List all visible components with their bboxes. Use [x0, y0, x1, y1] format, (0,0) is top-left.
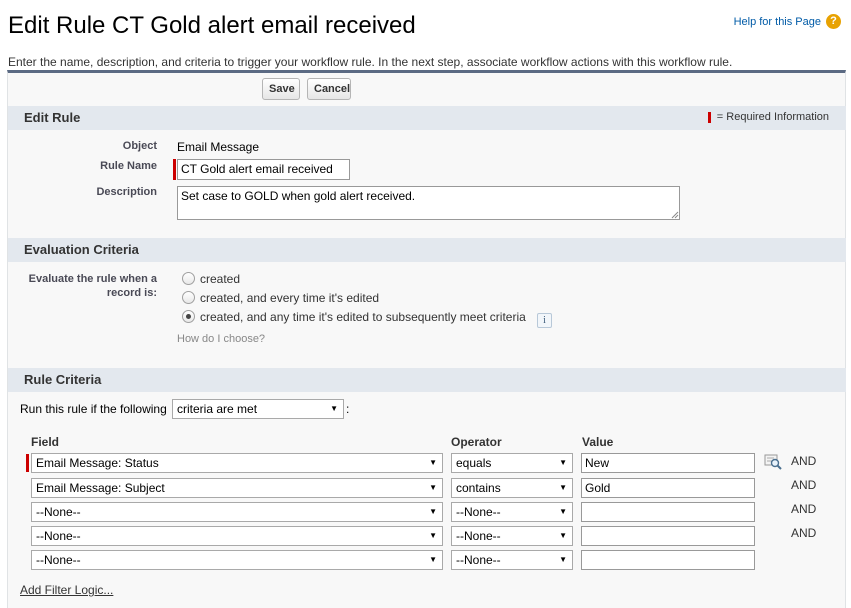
description-textarea[interactable]: Set case to GOLD when gold alert receive… — [177, 186, 680, 220]
cancel-button[interactable]: Cancel — [307, 78, 351, 100]
criteria-operator-select[interactable]: --None-- ▼ — [451, 550, 573, 570]
dropdown-arrow-icon: ▼ — [559, 458, 567, 467]
criteria-operator-select[interactable]: --None-- ▼ — [451, 526, 573, 546]
object-value: Email Message — [177, 140, 260, 154]
dropdown-arrow-icon: ▼ — [429, 531, 437, 540]
criteria-value-input[interactable]: New — [581, 453, 755, 473]
criteria-field-select[interactable]: Email Message: Subject ▼ — [31, 478, 443, 498]
question-circle-icon[interactable]: ? — [826, 14, 841, 29]
rule-criteria-section-title: Rule Criteria — [24, 372, 102, 387]
required-marker — [26, 454, 29, 472]
criteria-field-value: --None-- — [36, 505, 81, 519]
add-filter-logic-link[interactable]: Add Filter Logic... — [20, 583, 113, 597]
run-rule-suffix: : — [346, 402, 350, 416]
dropdown-arrow-icon: ▼ — [559, 531, 567, 540]
criteria-select[interactable]: criteria are met ▼ — [172, 399, 344, 419]
criteria-operator-value: equals — [456, 456, 492, 470]
save-button[interactable]: Save — [262, 78, 300, 100]
rule-name-input[interactable]: CT Gold alert email received — [177, 159, 350, 180]
radio-created-label[interactable]: created — [200, 272, 240, 286]
info-icon[interactable]: i — [537, 313, 552, 328]
dropdown-arrow-icon: ▼ — [429, 507, 437, 516]
and-label: AND — [791, 502, 817, 516]
resize-handle-icon[interactable] — [671, 211, 679, 219]
criteria-field-select[interactable]: --None-- ▼ — [31, 526, 443, 546]
criteria-operator-select[interactable]: equals ▼ — [451, 453, 573, 473]
evaluate-label-line2: record is: — [106, 287, 157, 299]
radio-created[interactable] — [182, 272, 195, 285]
dropdown-arrow-icon: ▼ — [330, 404, 338, 413]
required-marker-legend — [708, 112, 711, 123]
criteria-operator-value: --None-- — [456, 505, 501, 519]
and-label: AND — [791, 478, 817, 492]
object-label: Object — [122, 140, 157, 152]
criteria-field-value: --None-- — [36, 553, 81, 567]
dropdown-arrow-icon: ▼ — [429, 555, 437, 564]
criteria-field-select[interactable]: --None-- ▼ — [31, 550, 443, 570]
and-label: AND — [791, 454, 817, 468]
radio-created-every-edit[interactable] — [182, 291, 195, 304]
criteria-operator-select[interactable]: --None-- ▼ — [451, 502, 573, 522]
description-label: Description — [96, 186, 157, 198]
radio-created-meet-criteria-label[interactable]: created, and any time it's edited to sub… — [200, 310, 526, 324]
run-rule-prefix: Run this rule if the following — [20, 402, 167, 416]
criteria-select-value: criteria are met — [177, 402, 258, 416]
criteria-operator-value: --None-- — [456, 529, 501, 543]
criteria-value-input[interactable] — [581, 502, 755, 522]
dropdown-arrow-icon: ▼ — [559, 507, 567, 516]
radio-created-every-edit-label[interactable]: created, and every time it's edited — [200, 291, 379, 305]
criteria-field-select[interactable]: Email Message: Status ▼ — [31, 453, 443, 473]
help-link[interactable]: Help for this Page — [734, 16, 821, 28]
criteria-value-input[interactable] — [581, 526, 755, 546]
required-marker — [173, 159, 176, 180]
dropdown-arrow-icon: ▼ — [429, 458, 437, 467]
dropdown-arrow-icon: ▼ — [559, 555, 567, 564]
evaluation-section-title: Evaluation Criteria — [24, 242, 139, 257]
edit-rule-section-title: Edit Rule — [24, 110, 81, 125]
intro-text: Enter the name, description, and criteri… — [8, 55, 733, 69]
rule-name-label: Rule Name — [100, 160, 157, 172]
dropdown-arrow-icon: ▼ — [559, 483, 567, 492]
criteria-value-input[interactable]: Gold — [581, 478, 755, 498]
value-column-header: Value — [582, 435, 614, 449]
operator-column-header: Operator — [451, 435, 502, 449]
how-do-i-choose-link[interactable]: How do I choose? — [177, 333, 265, 345]
and-label: AND — [791, 526, 817, 540]
dropdown-arrow-icon: ▼ — [429, 483, 437, 492]
lookup-icon[interactable] — [764, 454, 782, 470]
field-column-header: Field — [31, 435, 60, 449]
criteria-field-select[interactable]: --None-- ▼ — [31, 502, 443, 522]
evaluate-label-line1: Evaluate the rule when a — [28, 273, 157, 285]
radio-created-meet-criteria[interactable] — [182, 310, 195, 323]
criteria-field-value: Email Message: Subject — [36, 481, 165, 495]
required-legend: = Required Information — [716, 111, 829, 123]
criteria-value-input[interactable] — [581, 550, 755, 570]
rule-criteria-section-header — [8, 368, 846, 392]
page-title: Edit Rule CT Gold alert email received — [8, 12, 416, 39]
criteria-field-value: --None-- — [36, 529, 81, 543]
criteria-operator-select[interactable]: contains ▼ — [451, 478, 573, 498]
criteria-field-value: Email Message: Status — [36, 456, 159, 470]
criteria-operator-value: contains — [456, 481, 501, 495]
criteria-operator-value: --None-- — [456, 553, 501, 567]
evaluate-label: Evaluate the rule when a record is: — [20, 272, 157, 300]
